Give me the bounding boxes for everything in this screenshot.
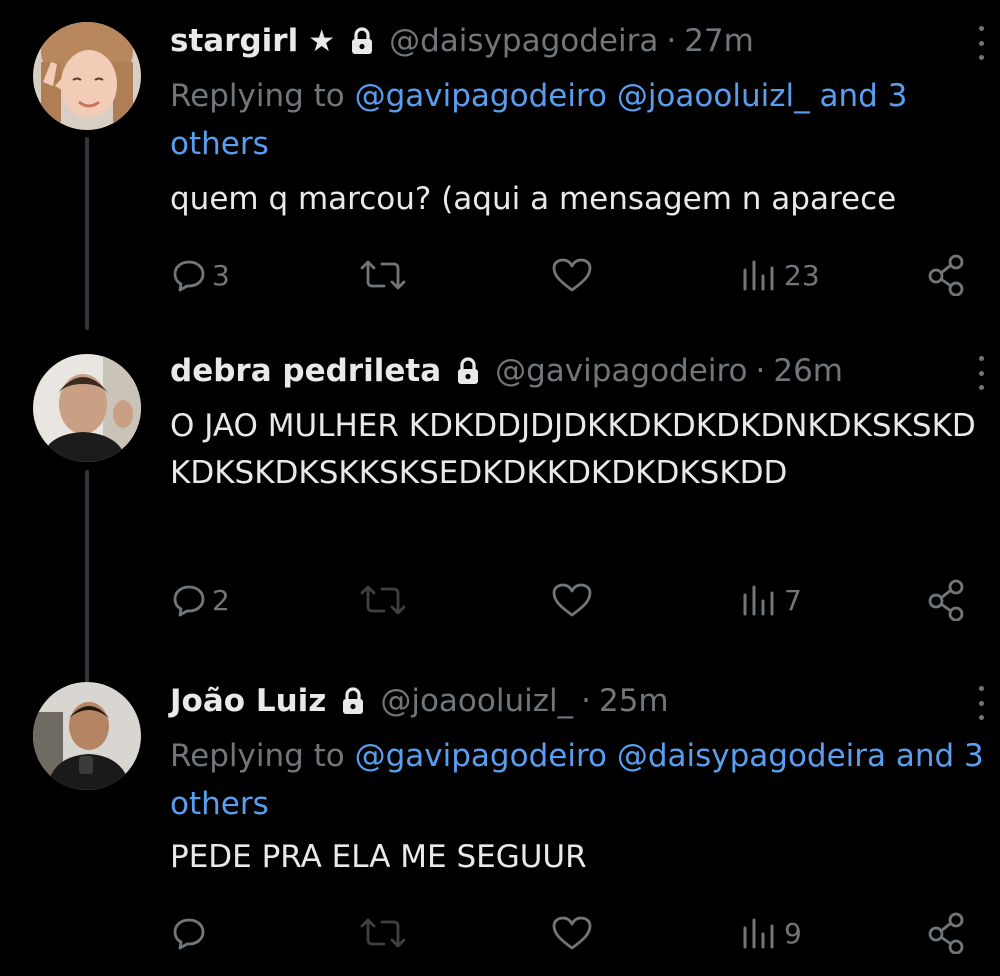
reply-icon (173, 585, 205, 617)
heart-icon (552, 583, 592, 617)
retweet-icon (360, 918, 406, 948)
tweet-text: O JAO MULHER KDKDDJDJDKKDKDKDKDNKDKSKSKD… (170, 408, 976, 491)
tweet-header: stargirl ★ @daisypagodeira · 27m (170, 18, 754, 64)
avatar[interactable] (33, 682, 141, 790)
badge: ★ (308, 23, 336, 59)
tweet[interactable]: stargirl ★ @daisypagodeira · 27m Replyin… (0, 0, 1000, 330)
reply-button[interactable]: 2 (172, 575, 230, 625)
retweet-icon (360, 260, 406, 290)
replying-to: Replying to @gavipagodeiro @joaooluizl_ … (170, 72, 990, 168)
reply-icon (173, 260, 205, 292)
tweet-header: João Luiz @joaooluizl_ · 25m (170, 678, 669, 724)
lock-icon (455, 356, 481, 386)
reply-icon (173, 918, 205, 950)
lock-icon (340, 686, 366, 716)
thread-line (85, 137, 89, 330)
reply-count: 2 (212, 583, 230, 617)
separator: · (755, 353, 766, 389)
retweet-button[interactable] (358, 908, 408, 958)
timestamp[interactable]: 27m (684, 23, 754, 59)
timestamp[interactable]: 25m (599, 683, 669, 719)
handle[interactable]: @joaooluizl_ (380, 683, 573, 719)
action-bar: 9 (0, 908, 1000, 958)
share-button[interactable] (926, 575, 968, 625)
handle[interactable]: @gavipagodeiro (495, 353, 747, 389)
separator: · (666, 23, 677, 59)
share-icon (928, 912, 964, 954)
reply-button[interactable] (172, 908, 212, 958)
separator: · (581, 683, 591, 719)
timestamp[interactable]: 26m (773, 353, 843, 389)
tweet-header: debra pedrileta @gavipagodeiro · 26m (170, 348, 843, 394)
share-button[interactable] (926, 250, 968, 300)
views-button[interactable]: 7 (742, 575, 802, 625)
avatar[interactable] (33, 22, 141, 130)
tweet[interactable]: debra pedrileta @gavipagodeiro · 26m O J… (0, 330, 1000, 690)
views-icon (743, 260, 774, 291)
views-count: 7 (784, 583, 802, 617)
tweet[interactable]: João Luiz @joaooluizl_ · 25m Replying to… (0, 660, 1000, 976)
retweet-button[interactable] (358, 250, 408, 300)
display-name[interactable]: stargirl (170, 23, 298, 59)
handle[interactable]: @daisypagodeira (389, 23, 658, 59)
action-bar: 2 7 (0, 575, 1000, 625)
avatar[interactable] (33, 354, 141, 462)
tweet-text: PEDE PRA ELA ME SEGUUR (170, 839, 587, 875)
like-button[interactable] (551, 908, 593, 958)
views-icon (743, 585, 774, 616)
share-icon (928, 579, 964, 621)
replying-prefix: Replying to (170, 738, 355, 774)
share-icon (928, 254, 964, 296)
views-count: 9 (784, 916, 802, 950)
views-icon (743, 918, 774, 949)
lock-icon (349, 26, 375, 56)
views-count: 23 (784, 258, 820, 292)
share-button[interactable] (926, 908, 968, 958)
more-icon[interactable] (978, 26, 984, 60)
reply-button[interactable]: 3 (172, 250, 230, 300)
views-button[interactable]: 23 (742, 250, 820, 300)
heart-icon (552, 258, 592, 292)
tweet-text: quem q marcou? (aqui a mensagem n aparec… (170, 181, 897, 217)
retweet-icon (360, 585, 406, 615)
like-button[interactable] (551, 575, 593, 625)
like-button[interactable] (551, 250, 593, 300)
more-icon[interactable] (978, 686, 984, 720)
display-name[interactable]: debra pedrileta (170, 353, 441, 389)
replying-to: Replying to @gavipagodeiro @daisypagodei… (170, 732, 990, 828)
action-bar: 3 23 (0, 250, 1000, 300)
replying-prefix: Replying to (170, 78, 355, 114)
more-icon[interactable] (978, 356, 984, 390)
retweet-button[interactable] (358, 575, 408, 625)
views-button[interactable]: 9 (742, 908, 802, 958)
reply-count: 3 (212, 258, 230, 292)
display-name[interactable]: João Luiz (170, 683, 326, 719)
heart-icon (552, 916, 592, 950)
